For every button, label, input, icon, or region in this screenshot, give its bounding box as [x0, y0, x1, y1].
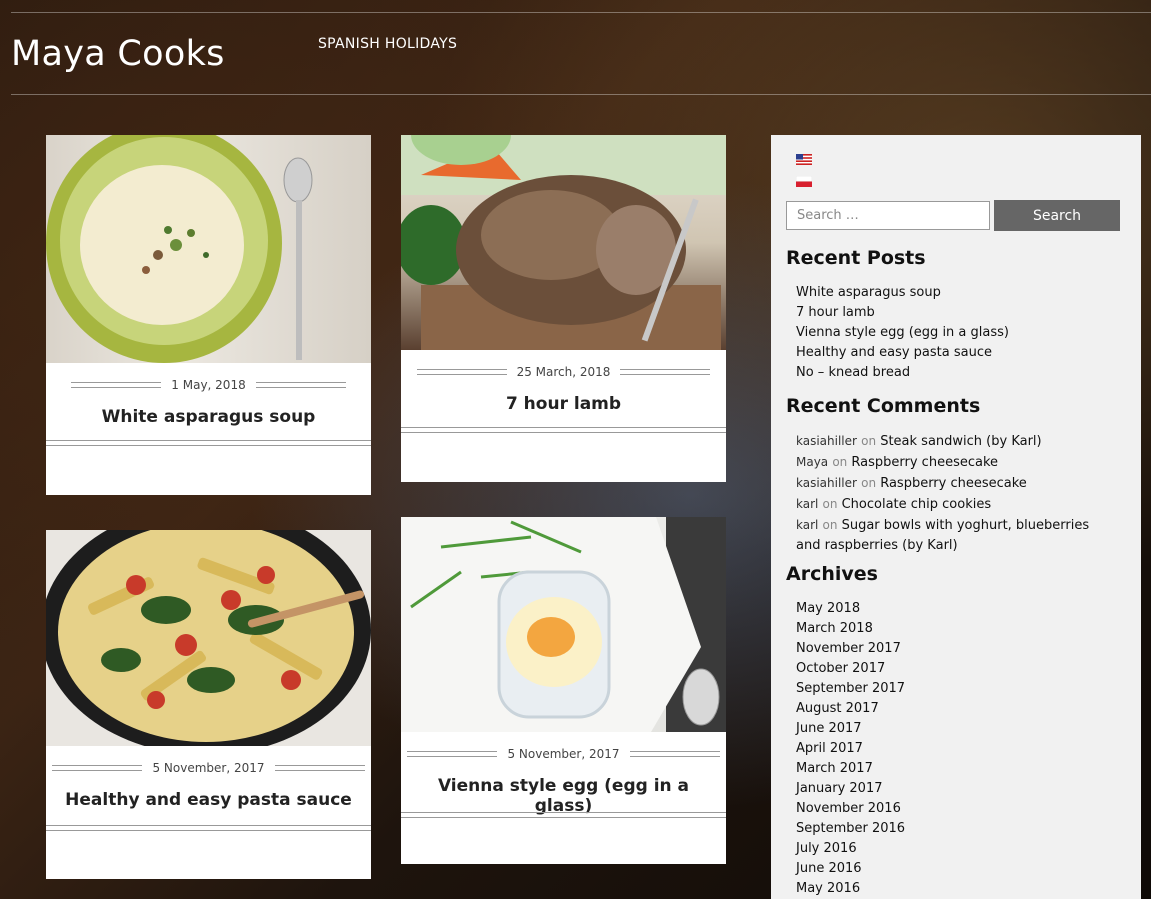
- search-input[interactable]: Search …: [786, 201, 990, 230]
- post-separator: [46, 825, 371, 831]
- post-meta: 1 May, 2018: [46, 363, 371, 407]
- archive-link[interactable]: May 2016: [796, 879, 1116, 899]
- post-thumbnail-soup[interactable]: [46, 135, 371, 363]
- post-card[interactable]: 1 May, 2018 White asparagus soup: [46, 135, 371, 495]
- recent-post-link[interactable]: Healthy and easy pasta sauce: [796, 343, 1116, 363]
- post-meta: 5 November, 2017: [46, 746, 371, 790]
- comment-on-label: on: [822, 497, 838, 511]
- archive-link[interactable]: November 2016: [796, 799, 1116, 819]
- archives-list: May 2018 March 2018 November 2017 Octobe…: [796, 599, 1116, 899]
- archive-link[interactable]: July 2016: [796, 839, 1116, 859]
- archive-link[interactable]: January 2017: [796, 779, 1116, 799]
- comment-item: kasiahiller on Steak sandwich (by Karl): [796, 431, 1116, 452]
- archive-link[interactable]: September 2017: [796, 679, 1116, 699]
- recent-comments-title: Recent Comments: [786, 395, 981, 417]
- comment-post-link[interactable]: Raspberry cheesecake: [851, 455, 998, 470]
- comment-item: kasiahiller on Raspberry cheesecake: [796, 473, 1116, 494]
- post-thumbnail-egg[interactable]: [401, 517, 726, 732]
- archive-link[interactable]: June 2017: [796, 719, 1116, 739]
- post-separator: [401, 812, 726, 818]
- comment-on-label: on: [822, 518, 838, 532]
- comment-on-label: on: [861, 476, 877, 490]
- post-thumbnail-lamb[interactable]: [401, 135, 726, 350]
- post-date: 1 May, 2018: [171, 378, 246, 392]
- archive-link[interactable]: November 2017: [796, 639, 1116, 659]
- comment-post-link[interactable]: Steak sandwich (by Karl): [880, 434, 1041, 449]
- comment-on-label: on: [832, 455, 848, 469]
- post-separator: [401, 427, 726, 433]
- post-meta: 25 March, 2018: [401, 350, 726, 394]
- post-meta: 5 November, 2017: [401, 732, 726, 776]
- recent-posts-title: Recent Posts: [786, 247, 926, 269]
- post-card[interactable]: 5 November, 2017 Healthy and easy pasta …: [46, 530, 371, 879]
- sidebar: Search … Search Recent Posts White aspar…: [771, 135, 1141, 899]
- header-top-rule: [11, 12, 1151, 13]
- archive-link[interactable]: October 2017: [796, 659, 1116, 679]
- post-title[interactable]: White asparagus soup: [46, 407, 371, 427]
- comment-post-link[interactable]: Chocolate chip cookies: [842, 497, 992, 512]
- pasta-image: [46, 530, 371, 746]
- post-date: 5 November, 2017: [152, 761, 265, 775]
- site-title[interactable]: Maya Cooks: [11, 34, 225, 74]
- post-separator: [46, 440, 371, 446]
- comment-post-link[interactable]: Sugar bowls with yoghurt, blueberries an…: [796, 518, 1089, 553]
- archive-link[interactable]: April 2017: [796, 739, 1116, 759]
- recent-post-link[interactable]: White asparagus soup: [796, 283, 1116, 303]
- comment-on-label: on: [861, 434, 877, 448]
- post-card[interactable]: 25 March, 2018 7 hour lamb: [401, 135, 726, 482]
- archive-link[interactable]: March 2017: [796, 759, 1116, 779]
- recent-comments-list: kasiahiller on Steak sandwich (by Karl) …: [796, 431, 1116, 556]
- comment-post-link[interactable]: Raspberry cheesecake: [880, 476, 1027, 491]
- us-flag-icon[interactable]: [796, 154, 812, 165]
- recent-post-link[interactable]: No – knead bread: [796, 363, 1116, 383]
- archive-link[interactable]: September 2016: [796, 819, 1116, 839]
- post-thumbnail-pasta[interactable]: [46, 530, 371, 746]
- comment-author[interactable]: karl: [796, 497, 818, 511]
- archive-link[interactable]: August 2017: [796, 699, 1116, 719]
- search-button[interactable]: Search: [994, 200, 1120, 231]
- comment-author[interactable]: karl: [796, 518, 818, 532]
- recent-post-link[interactable]: Vienna style egg (egg in a glass): [796, 323, 1116, 343]
- post-title[interactable]: Vienna style egg (egg in a glass): [401, 776, 726, 816]
- archive-link[interactable]: June 2016: [796, 859, 1116, 879]
- post-title[interactable]: Healthy and easy pasta sauce: [46, 790, 371, 810]
- comment-author[interactable]: kasiahiller: [796, 434, 857, 448]
- archive-link[interactable]: March 2018: [796, 619, 1116, 639]
- comment-author[interactable]: Maya: [796, 455, 828, 469]
- soup-image: [46, 135, 313, 363]
- lamb-image: [401, 135, 726, 350]
- archives-title: Archives: [786, 563, 878, 585]
- comment-item: karl on Chocolate chip cookies: [796, 494, 1116, 515]
- recent-posts-list: White asparagus soup 7 hour lamb Vienna …: [796, 283, 1116, 383]
- comment-item: Maya on Raspberry cheesecake: [796, 452, 1116, 473]
- archive-link[interactable]: May 2018: [796, 599, 1116, 619]
- post-title[interactable]: 7 hour lamb: [401, 394, 726, 414]
- pl-flag-icon[interactable]: [796, 176, 812, 187]
- recent-post-link[interactable]: 7 hour lamb: [796, 303, 1116, 323]
- comment-author[interactable]: kasiahiller: [796, 476, 857, 490]
- nav-link-spanish-holidays[interactable]: SPANISH HOLIDAYS: [318, 36, 457, 52]
- post-date: 25 March, 2018: [516, 365, 611, 379]
- header-bottom-rule: [11, 94, 1151, 95]
- post-card[interactable]: 5 November, 2017 Vienna style egg (egg i…: [401, 517, 726, 864]
- comment-item: karl on Sugar bowls with yoghurt, bluebe…: [796, 515, 1116, 556]
- post-date: 5 November, 2017: [507, 747, 620, 761]
- egg-image: [401, 517, 726, 732]
